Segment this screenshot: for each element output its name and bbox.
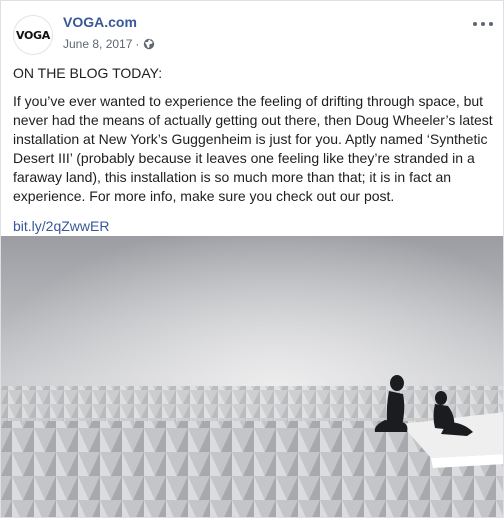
avatar-logo-text: VOGA (15, 28, 50, 42)
post-link[interactable]: bit.ly/2qZwwER (13, 218, 109, 234)
more-dot (489, 22, 493, 26)
page-avatar[interactable]: VOGA (13, 15, 53, 55)
post-meta: June 8, 2017 · (63, 37, 155, 51)
post-date[interactable]: June 8, 2017 (63, 37, 132, 51)
post-body: ON THE BLOG TODAY: If you’ve ever wanted… (13, 64, 493, 236)
post-photo[interactable] (1, 236, 504, 518)
post-paragraph: If you’ve ever wanted to experience the … (13, 93, 493, 204)
meta-separator: · (135, 37, 140, 51)
more-dot (481, 22, 485, 26)
more-options-icon[interactable] (473, 17, 493, 31)
facebook-post: VOGA VOGA.com June 8, 2017 · ON THE BLOG… (0, 0, 504, 518)
page-name-link[interactable]: VOGA.com (63, 14, 137, 30)
post-heading: ON THE BLOG TODAY: (13, 65, 163, 81)
post-header: VOGA VOGA.com June 8, 2017 · (13, 11, 493, 55)
more-dot (473, 22, 477, 26)
globe-icon[interactable] (143, 38, 155, 50)
